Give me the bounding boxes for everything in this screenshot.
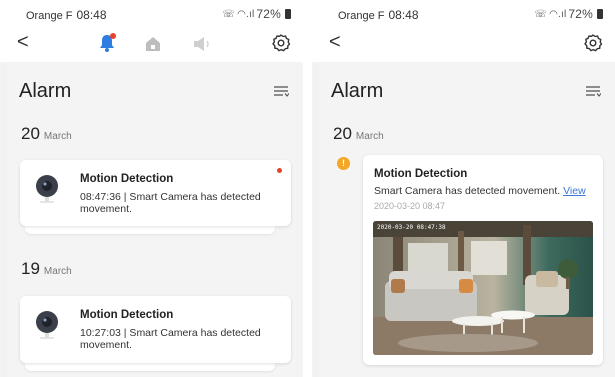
alarm-title: Motion Detection	[80, 309, 174, 321]
alarm-title: Motion Detection	[80, 173, 174, 185]
gear-icon[interactable]	[583, 33, 603, 53]
battery-icon	[597, 9, 603, 19]
back-button[interactable]: <	[17, 30, 29, 54]
snapshot-timestamp: 2020-03-20 08:47:38	[377, 224, 446, 231]
signal-icon: ◠.ıl	[237, 8, 255, 20]
date-month: March	[355, 131, 384, 142]
list-filter-icon[interactable]	[273, 85, 289, 97]
nav-bar: <	[0, 30, 303, 56]
call-icon: ☏	[534, 8, 548, 20]
alarm-title: Motion Detection	[374, 168, 468, 180]
call-icon: ☏	[222, 8, 236, 20]
top-bar: Orange F 08:48 ☏ ◠.ıl 72% <	[0, 0, 303, 62]
signal-icon: ◠.ıl	[549, 8, 567, 20]
camera-icon	[36, 311, 58, 339]
alarm-description: 08:47:36 | Smart Camera has detected mov…	[80, 191, 261, 215]
date-day: 20	[21, 124, 40, 143]
date-day: 19	[21, 259, 40, 278]
alarm-card[interactable]: Motion Detection 10:27:03 | Smart Camera…	[20, 296, 291, 363]
camera-icon	[36, 175, 58, 203]
alarm-list-screen: Orange F 08:48 ☏ ◠.ıl 72% < Alarm 20 Mar…	[0, 0, 303, 377]
alarm-detail-screen: Orange F 08:48 ☏ ◠.ıl 72% < Alarm 20 Mar…	[312, 0, 615, 377]
date-day: 20	[333, 124, 352, 143]
list-filter-icon[interactable]	[585, 85, 601, 97]
date-header: 20 March	[21, 124, 72, 144]
battery-level: 72%	[256, 7, 281, 21]
top-bar: Orange F 08:48 ☏ ◠.ıl 72% <	[312, 0, 615, 62]
snapshot-image[interactable]: 2020-03-20 08:47:38	[373, 221, 593, 355]
home-icon[interactable]	[143, 34, 163, 54]
date-month: March	[43, 131, 72, 142]
alarm-detail-card[interactable]: Motion Detection Smart Camera has detect…	[363, 155, 603, 365]
nav-bar: <	[312, 30, 615, 56]
alarm-timestamp: 2020-03-20 08:47	[374, 201, 446, 211]
date-header: 19 March	[21, 259, 72, 279]
speaker-icon[interactable]	[192, 35, 214, 53]
battery-level: 72%	[568, 7, 593, 21]
gear-icon[interactable]	[271, 33, 291, 53]
date-header: 20 March	[333, 124, 384, 144]
status-bar: Orange F 08:48 ☏ ◠.ıl 72%	[312, 7, 615, 23]
alarm-content: Alarm 20March Motion Detection 08:47:36	[7, 62, 303, 377]
alert-badge: !	[337, 157, 350, 170]
page-title: Alarm	[331, 80, 384, 102]
back-button[interactable]: <	[329, 30, 341, 54]
alarm-card[interactable]: Motion Detection 08:47:36 | Smart Camera…	[20, 160, 291, 226]
carrier-name: Orange F	[338, 10, 385, 22]
status-time: 08:48	[76, 8, 107, 22]
date-month: March	[43, 266, 72, 277]
bell-icon[interactable]	[96, 32, 118, 54]
status-bar: Orange F 08:48 ☏ ◠.ıl 72%	[0, 7, 303, 23]
alarm-description: Smart Camera has detected movement.	[374, 185, 561, 197]
status-time: 08:48	[388, 8, 419, 22]
carrier-name: Orange F	[26, 10, 73, 22]
alarm-content: Alarm 20 March ! Motion Detection Smart C…	[319, 62, 615, 377]
battery-icon	[285, 9, 291, 19]
view-link[interactable]: View	[563, 185, 586, 197]
living-room-scene	[373, 221, 593, 355]
page-title: Alarm	[19, 80, 72, 102]
alarm-description: 10:27:03 | Smart Camera has detected mov…	[80, 327, 261, 351]
unread-dot	[277, 168, 282, 173]
